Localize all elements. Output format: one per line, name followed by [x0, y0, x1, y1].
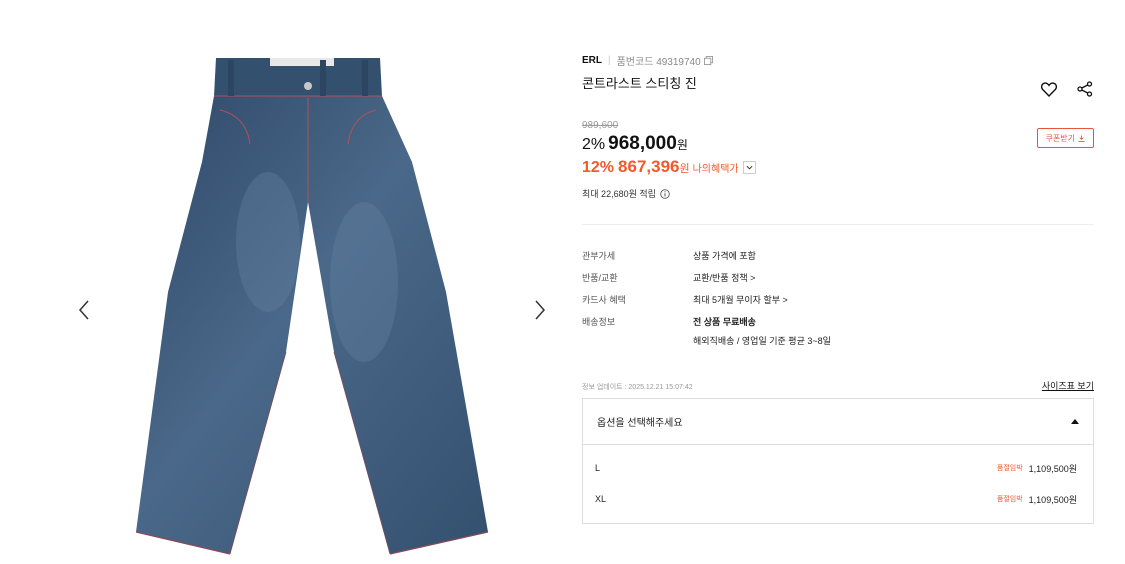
product-code: 품번코드 49319740	[616, 57, 701, 68]
spec-value: 전 상품 무료배송	[693, 317, 756, 327]
chevron-right-icon[interactable]	[528, 296, 552, 324]
currency-label: 원	[676, 138, 688, 152]
brand-row: ERL | 품번코드 49319740	[582, 53, 713, 68]
product-title: 콘트라스트 스티칭 진	[582, 76, 697, 91]
copy-icon[interactable]	[703, 56, 713, 65]
jeans-image	[135, 58, 489, 555]
option-dropdown[interactable]: 옵션을 선택해주세요	[583, 399, 1093, 445]
option-price: 1,109,500원	[1028, 494, 1077, 505]
caret-up-icon	[1071, 419, 1079, 424]
download-icon	[1078, 134, 1085, 142]
chevron-down-icon[interactable]	[742, 160, 756, 174]
points-info: 최대 22,680원 적립	[582, 187, 670, 200]
option-name: XL	[595, 494, 607, 504]
size-chart-link[interactable]: 사이즈표 보기	[1042, 379, 1094, 392]
my-currency-label: 원	[679, 163, 690, 175]
sale-price-row: 2% 968,000 원	[582, 133, 688, 155]
option-name: L	[595, 463, 601, 473]
option-price: 1,109,500원	[1028, 463, 1077, 474]
spec-row-shipping-detail: 해외직배송 / 영업일 기준 평균 3~8일	[582, 334, 831, 347]
spec-label: 반품/교환	[582, 273, 618, 283]
points-label: 최대 22,680원 적립	[582, 189, 656, 199]
sale-price: 968,000	[608, 133, 677, 154]
spec-label: 배송정보	[582, 317, 616, 327]
divider	[582, 224, 1094, 225]
spec-value: 상품 가격에 포함	[693, 251, 756, 261]
share-icon[interactable]	[1076, 80, 1094, 98]
spec-label: 카드사 혜택	[582, 295, 626, 305]
my-benefit-label: 나의혜택가	[692, 164, 739, 175]
spec-row-return: 반품/교환 교환/반품 정책 >	[582, 271, 755, 284]
option-item[interactable]: L 품절임박 1,109,500원	[583, 453, 1093, 483]
option-placeholder: 옵션을 선택해주세요	[597, 418, 683, 429]
spec-row-duty: 관부가세 상품 가격에 포함	[582, 249, 756, 262]
spec-row-card: 카드사 혜택 최대 5개월 무이자 할부 >	[582, 293, 788, 306]
info-icon[interactable]	[660, 188, 670, 199]
card-benefit-link[interactable]: 최대 5개월 무이자 할부 >	[693, 293, 788, 306]
heart-icon[interactable]	[1040, 80, 1058, 98]
my-benefit-rate: 12%	[582, 159, 615, 176]
my-benefit-row: 12% 867,396 원 나의혜택가	[582, 157, 756, 177]
spec-row-shipping: 배송정보 전 상품 무료배송	[582, 315, 756, 328]
option-item[interactable]: XL 품절임박 1,109,500원	[583, 484, 1093, 514]
update-timestamp: 정보 업데이트 : 2025.12.21 15:07:42	[582, 384, 693, 391]
product-gallery	[0, 0, 560, 564]
brand-link[interactable]: ERL	[582, 55, 602, 66]
my-benefit-price: 867,396	[618, 157, 680, 176]
spec-value: 해외직배송 / 영업일 기준 평균 3~8일	[693, 336, 831, 346]
separator: |	[608, 55, 611, 66]
return-policy-link[interactable]: 교환/반품 정책 >	[693, 271, 755, 284]
spec-spacer	[582, 334, 693, 347]
low-stock-badge: 품절임박	[996, 465, 1023, 472]
action-icons	[1040, 80, 1094, 98]
chevron-left-icon[interactable]	[72, 296, 96, 324]
original-price: 989,600	[582, 120, 619, 131]
option-selector: 옵션을 선택해주세요 L 품절임박 1,109,500원 XL 품절임박 1,1…	[582, 398, 1094, 524]
coupon-label: 쿠폰받기	[1045, 133, 1075, 143]
low-stock-badge: 품절임박	[996, 496, 1023, 503]
sale-rate: 2%	[582, 136, 606, 153]
coupon-button[interactable]: 쿠폰받기	[1036, 128, 1094, 148]
product-info-panel: ERL | 품번코드 49319740 콘트라스트 스티칭 진 989,600 …	[582, 0, 1094, 564]
spec-label: 관부가세	[582, 251, 616, 261]
